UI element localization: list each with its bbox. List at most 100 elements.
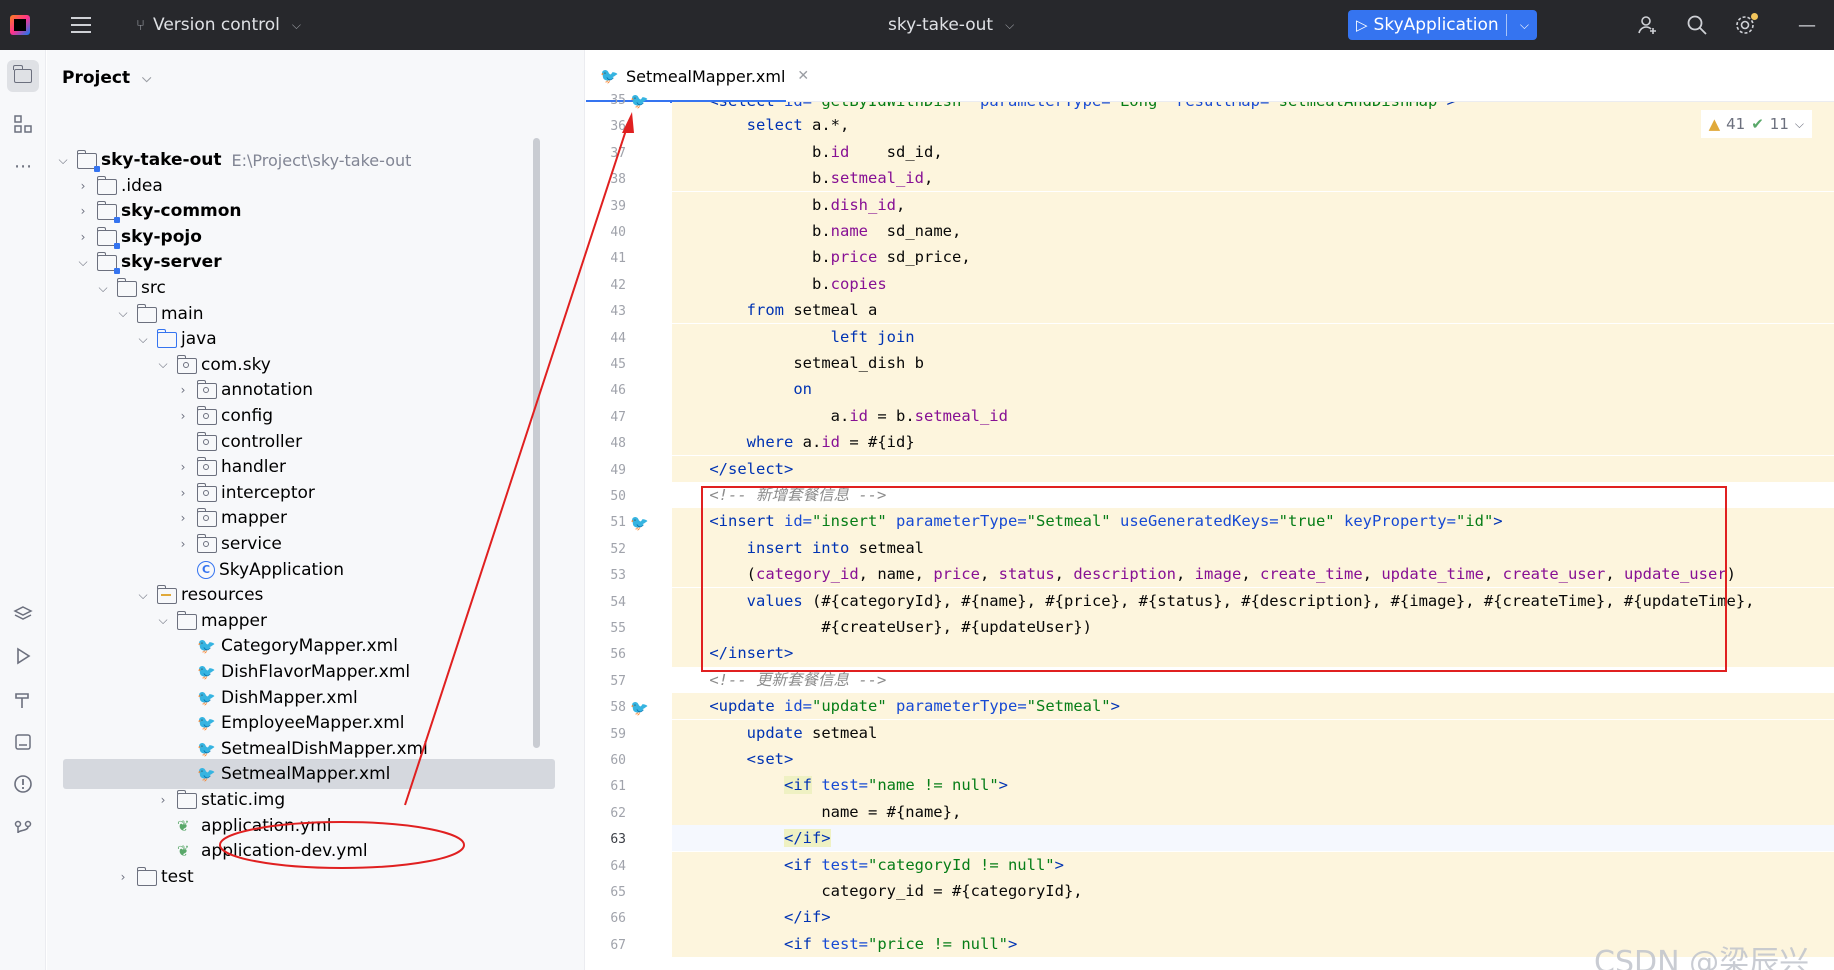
problems-icon[interactable] <box>7 768 39 800</box>
line-number[interactable]: 38 <box>586 167 626 193</box>
navigate-to-mapper-icon[interactable]: 🐦 <box>630 695 649 721</box>
chevron-right-icon[interactable]: › <box>175 486 191 500</box>
chevron-down-icon[interactable]: ⌵ <box>155 613 171 628</box>
minimize-icon[interactable]: — <box>1793 0 1821 50</box>
line-number[interactable]: 48 <box>586 431 626 457</box>
inspection-widget[interactable]: ▲ 41 ✔ 11 ⌵ <box>1700 110 1812 138</box>
chevron-right-icon[interactable]: › <box>175 409 191 423</box>
chevron-right-icon[interactable]: › <box>75 230 91 244</box>
navigate-to-mapper-icon[interactable]: 🐦 <box>630 88 649 114</box>
line-number[interactable]: 45 <box>586 352 626 378</box>
line-number[interactable]: 43 <box>586 299 626 325</box>
code-line: b.copies <box>672 270 1834 298</box>
tree-node-test[interactable]: › test <box>47 862 567 892</box>
layers-icon[interactable] <box>7 598 39 630</box>
code-line: b.price sd_price, <box>672 244 1834 271</box>
line-number[interactable]: 39 <box>586 194 626 220</box>
chevron-right-icon[interactable]: › <box>115 870 131 884</box>
version-control-menu[interactable]: ⑂ Version control ⌵ <box>136 0 301 50</box>
line-number[interactable]: 56 <box>586 642 626 668</box>
project-view-selector[interactable]: Project ⌵ <box>62 68 151 88</box>
more-tools-icon[interactable]: ⋯ <box>7 150 39 182</box>
navigate-to-mapper-icon[interactable]: 🐦 <box>630 510 649 536</box>
chevron-down-icon[interactable]: ⌵ <box>135 332 151 347</box>
tree-node-label: interceptor <box>221 482 315 503</box>
tree-node-label: config <box>221 406 274 426</box>
line-number[interactable]: 62 <box>586 801 626 827</box>
folder-icon <box>176 610 197 630</box>
line-number[interactable]: 64 <box>586 854 626 880</box>
line-number[interactable]: 50 <box>586 484 626 510</box>
line-number[interactable]: 46 <box>586 378 626 404</box>
line-number[interactable]: 61 <box>586 774 626 800</box>
line-number[interactable]: 51 <box>586 510 626 536</box>
main-menu-icon[interactable] <box>70 0 92 50</box>
chevron-right-icon[interactable]: › <box>155 793 171 807</box>
line-number[interactable]: 57 <box>586 669 626 695</box>
add-user-icon[interactable] <box>1634 0 1662 50</box>
update-dot <box>1751 13 1758 20</box>
chevron-down-icon[interactable]: ⌵ <box>95 281 111 296</box>
code-line: b.setmeal_id, <box>672 165 1834 192</box>
line-number[interactable]: 49 <box>586 458 626 484</box>
warning-icon: ▲ <box>1708 115 1721 133</box>
line-number[interactable]: 63 <box>586 827 626 853</box>
code-line: <if test="categoryId != null"> <box>672 851 1834 878</box>
settings-gear-icon[interactable] <box>1731 0 1759 50</box>
close-icon[interactable]: ✕ <box>797 68 809 84</box>
line-number[interactable]: 40 <box>586 220 626 246</box>
chevron-right-icon[interactable]: › <box>175 537 191 551</box>
project-folder-icon[interactable] <box>7 60 39 92</box>
line-number[interactable]: 54 <box>586 590 626 616</box>
package-icon <box>196 482 217 502</box>
editor-gutter[interactable]: 35 🐦 36 37 38 39 40 41 42 43 44 45 46 47 48 49 50 51 🐦 52 53… <box>586 92 670 970</box>
chevron-down-icon[interactable]: ⌵ <box>155 357 171 372</box>
line-number[interactable]: 67 <box>586 933 626 959</box>
mybatis-xml-icon: 🐦 <box>600 67 619 85</box>
tree-node-label: SkyApplication <box>219 559 345 580</box>
chevron-down-icon[interactable]: ⌵ <box>1520 18 1529 33</box>
line-number[interactable]: 60 <box>586 748 626 774</box>
chevron-down-icon[interactable]: ⌵ <box>135 588 151 603</box>
chevron-down-icon[interactable]: ⌵ <box>75 255 91 270</box>
line-number[interactable]: 36 <box>586 114 626 140</box>
git-icon[interactable] <box>7 812 39 844</box>
package-icon <box>196 406 217 425</box>
line-number[interactable]: 42 <box>586 273 626 299</box>
line-number[interactable]: 58 <box>586 695 626 721</box>
line-number[interactable]: 59 <box>586 722 626 748</box>
play-icon: ▷ <box>1356 16 1368 34</box>
search-icon[interactable] <box>1683 0 1711 50</box>
chevron-down-icon[interactable]: ⌵ <box>115 306 131 321</box>
line-number[interactable]: 35 <box>586 88 626 114</box>
code-line: update setmeal <box>672 719 1834 746</box>
structure-icon[interactable] <box>7 108 39 140</box>
line-number[interactable]: 65 <box>586 880 626 906</box>
line-number[interactable]: 55 <box>586 616 626 642</box>
code-line: <if test="name != null"> <box>672 772 1834 799</box>
line-number[interactable]: 37 <box>586 141 626 167</box>
chevron-right-icon[interactable]: › <box>75 204 91 218</box>
code-line: </if> <box>672 904 1834 931</box>
chevron-right-icon[interactable]: › <box>175 460 191 474</box>
line-number[interactable]: 47 <box>586 405 626 431</box>
run-icon[interactable] <box>7 640 39 672</box>
line-number[interactable]: 41 <box>586 246 626 272</box>
chevron-right-icon[interactable]: › <box>75 179 91 193</box>
chevron-right-icon[interactable]: › <box>175 383 191 397</box>
run-configuration-button[interactable]: ▷ SkyApplication ⌵ <box>1348 10 1537 40</box>
app-logo-icon[interactable] <box>10 0 34 50</box>
chevron-right-icon[interactable]: › <box>175 511 191 525</box>
code-line: </select> <box>672 455 1834 482</box>
line-number[interactable]: 53 <box>586 563 626 589</box>
chevron-down-icon[interactable]: ⌵ <box>55 153 71 168</box>
terminal-icon[interactable] <box>7 726 39 758</box>
project-name: sky-take-out <box>888 15 994 35</box>
line-number[interactable]: 44 <box>586 326 626 352</box>
line-number[interactable]: 66 <box>586 906 626 932</box>
code-line: </if> <box>672 825 1834 852</box>
line-number[interactable]: 52 <box>586 537 626 563</box>
project-switcher[interactable]: sky-take-out ⌵ <box>888 0 1014 50</box>
code-line: b.id sd_id, <box>672 138 1834 166</box>
build-hammer-icon[interactable] <box>7 684 39 716</box>
